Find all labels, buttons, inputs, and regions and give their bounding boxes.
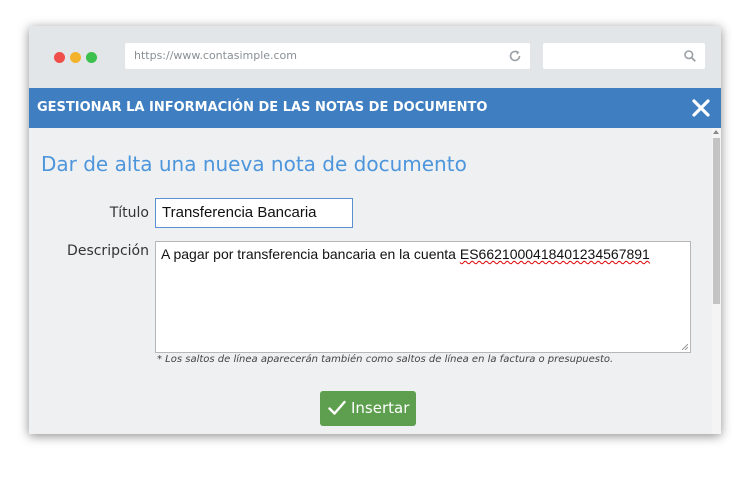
dialog-title: GESTIONAR LA INFORMACIÓN DE LAS NOTAS DE… [37,100,488,115]
browser-search-box[interactable] [543,43,705,69]
descripcion-label: Descripción [67,243,149,259]
dialog-content: Dar de alta una nueva nota de documento … [29,128,721,434]
url-text: https://www.contasimple.com [134,49,298,62]
descripcion-account: ES6621000418401234567891 [459,246,650,262]
page-title: Dar de alta una nueva nota de documento [41,152,467,176]
titulo-label: Título [109,205,149,221]
scrollbar-thumb[interactable] [713,138,720,304]
maximize-window-dot[interactable] [86,52,97,63]
dialog-titlebar: GESTIONAR LA INFORMACIÓN DE LAS NOTAS DE… [29,88,721,128]
scroll-up-arrow-icon[interactable] [713,130,719,134]
resize-handle-icon[interactable] [682,344,688,350]
insert-button-label: Insertar [351,399,410,417]
search-icon[interactable] [683,49,697,63]
insert-button[interactable]: Insertar [320,391,416,426]
browser-chrome: https://www.contasimple.com [29,26,721,88]
line-break-note: * Los saltos de línea aparecerán también… [157,354,614,365]
check-icon [328,400,346,415]
descripcion-text: A pagar por transferencia bancaria en la… [161,246,460,262]
reload-icon[interactable] [508,49,522,63]
close-icon[interactable] [691,98,711,118]
titulo-input[interactable]: Transferencia Bancaria [155,198,353,228]
scrollbar[interactable] [712,128,721,434]
address-bar[interactable]: https://www.contasimple.com [125,43,530,69]
minimize-window-dot[interactable] [70,52,81,63]
close-window-dot[interactable] [54,52,65,63]
descripcion-textarea[interactable]: A pagar por transferencia bancaria en la… [155,241,691,353]
browser-window: https://www.contasimple.com GESTIONAR LA… [29,26,721,434]
